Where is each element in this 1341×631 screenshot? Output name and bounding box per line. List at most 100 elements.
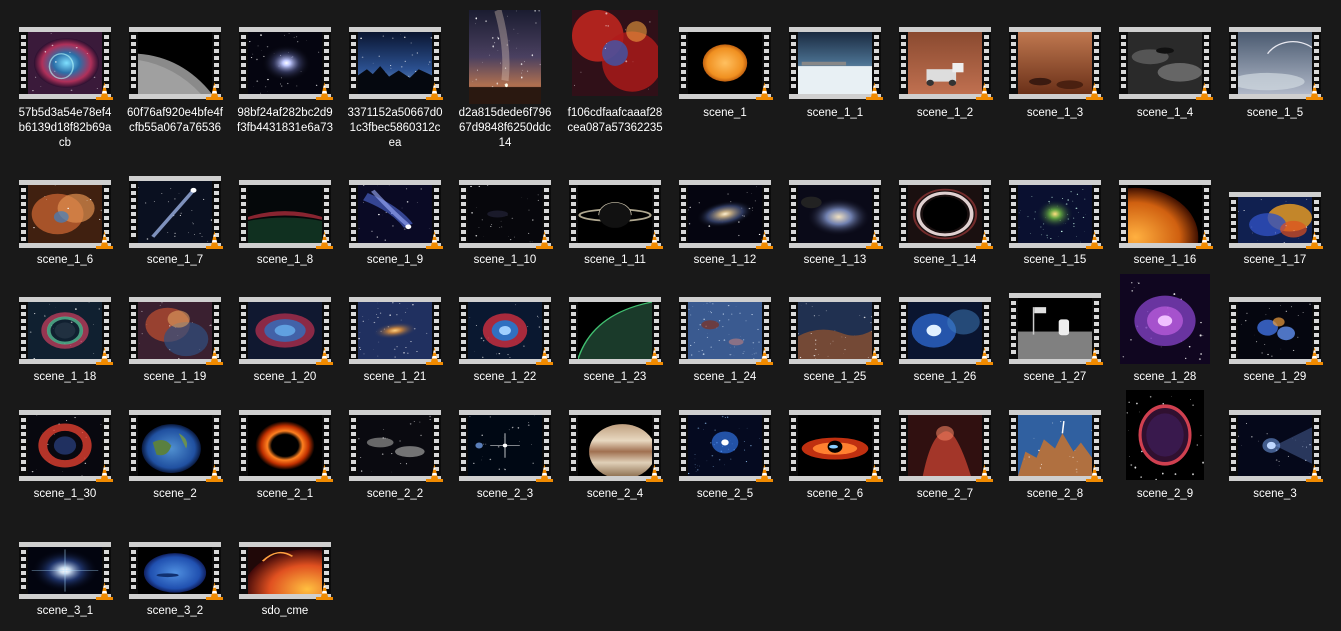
vlc-cone-icon	[206, 582, 223, 600]
file-name-label: scene_2_1	[256, 488, 314, 500]
vlc-cone-icon	[866, 464, 883, 482]
vlc-cone-icon	[206, 347, 223, 365]
file-name-label: scene_1_9	[366, 254, 424, 266]
vlc-cone-icon	[426, 464, 443, 482]
file-name-label: scene_1_3	[1026, 107, 1084, 119]
file-name-label: scene_1_20	[253, 371, 317, 383]
file-name-label: scene_2_9	[1136, 488, 1194, 500]
vlc-cone-icon	[206, 231, 223, 249]
vlc-cone-icon	[206, 82, 223, 100]
file-name-label: 3371152a50667d01c3fbec5860312cea	[347, 107, 443, 149]
file-name-label: 98bf24af282bc2d9f3fb4431831e6a73	[237, 107, 333, 134]
vlc-cone-icon	[536, 231, 553, 249]
file-name-label: scene_1_1	[806, 107, 864, 119]
image-thumbnail[interactable]	[469, 10, 541, 104]
vlc-cone-icon	[1196, 231, 1213, 249]
image-thumbnail[interactable]	[1120, 274, 1210, 364]
image-thumbnail[interactable]	[572, 10, 658, 96]
file-grid: 57b5d3a54e78ef4b6139d18f82b69acb 60f76af…	[0, 0, 1341, 631]
vlc-cone-icon	[426, 82, 443, 100]
vlc-cone-icon	[646, 231, 663, 249]
vlc-cone-icon	[976, 464, 993, 482]
file-name-label: scene_2_3	[476, 488, 534, 500]
file-name-label: scene_1_21	[363, 371, 427, 383]
vlc-cone-icon	[1196, 82, 1213, 100]
file-name-label: scene_2_8	[1026, 488, 1084, 500]
file-name-label: scene_1_17	[1243, 254, 1307, 266]
file-name-label: scene_1_15	[1023, 254, 1087, 266]
vlc-cone-icon	[976, 231, 993, 249]
file-name-label: scene_1_27	[1023, 371, 1087, 383]
file-name-label: scene_2_6	[806, 488, 864, 500]
file-name-label: scene_1_12	[693, 254, 757, 266]
file-name-label: 57b5d3a54e78ef4b6139d18f82b69acb	[18, 107, 112, 149]
file-name-label: scene_1_26	[913, 371, 977, 383]
vlc-cone-icon	[866, 82, 883, 100]
vlc-cone-icon	[756, 464, 773, 482]
file-name-label: scene_1_5	[1246, 107, 1304, 119]
image-thumbnail[interactable]	[1126, 390, 1204, 480]
vlc-cone-icon	[646, 464, 663, 482]
vlc-cone-icon	[96, 231, 113, 249]
vlc-cone-icon	[1306, 231, 1323, 249]
file-name-label: scene_1_14	[913, 254, 977, 266]
file-name-label: f106cdfaafcaaaf28cea087a57362235	[567, 107, 663, 134]
vlc-cone-icon	[316, 582, 333, 600]
file-name-label: d2a815dede6f79667d9848f6250ddc14	[458, 107, 552, 149]
vlc-cone-icon	[316, 464, 333, 482]
file-name-label: scene_2_2	[366, 488, 424, 500]
file-name-label: scene_1_4	[1136, 107, 1194, 119]
vlc-cone-icon	[96, 82, 113, 100]
file-name-label: 60f76af920e4bfe4fcfb55a067a76536	[127, 107, 223, 134]
vlc-cone-icon	[316, 347, 333, 365]
file-name-label: scene_1_30	[33, 488, 97, 500]
file-name-label: scene_2	[153, 488, 197, 500]
file-name-label: scene_1_23	[583, 371, 647, 383]
vlc-cone-icon	[866, 231, 883, 249]
vlc-cone-icon	[1086, 82, 1103, 100]
file-name-label: scene_1	[703, 107, 747, 119]
vlc-cone-icon	[206, 464, 223, 482]
vlc-cone-icon	[96, 464, 113, 482]
vlc-cone-icon	[316, 231, 333, 249]
vlc-cone-icon	[646, 347, 663, 365]
vlc-cone-icon	[1306, 82, 1323, 100]
vlc-cone-icon	[96, 347, 113, 365]
file-name-label: scene_2_7	[916, 488, 974, 500]
file-name-label: scene_1_2	[916, 107, 974, 119]
vlc-cone-icon	[536, 347, 553, 365]
vlc-cone-icon	[536, 464, 553, 482]
vlc-cone-icon	[866, 347, 883, 365]
vlc-cone-icon	[976, 347, 993, 365]
file-name-label: scene_1_28	[1133, 371, 1197, 383]
vlc-cone-icon	[1086, 347, 1103, 365]
file-name-label: scene_1_10	[473, 254, 537, 266]
file-name-label: scene_3_2	[146, 605, 204, 617]
file-name-label: scene_1_13	[803, 254, 867, 266]
vlc-cone-icon	[426, 231, 443, 249]
file-name-label: scene_1_22	[473, 371, 537, 383]
file-name-label: scene_1_8	[256, 254, 314, 266]
file-name-label: scene_2_4	[586, 488, 644, 500]
file-name-label: scene_3_1	[36, 605, 94, 617]
file-name-label: scene_1_19	[143, 371, 207, 383]
vlc-cone-icon	[756, 347, 773, 365]
file-name-label: sdo_cme	[261, 605, 309, 617]
file-name-label: scene_1_25	[803, 371, 867, 383]
vlc-cone-icon	[756, 231, 773, 249]
file-name-label: scene_1_16	[1133, 254, 1197, 266]
vlc-cone-icon	[976, 82, 993, 100]
file-name-label: scene_1_6	[36, 254, 94, 266]
file-name-label: scene_1_18	[33, 371, 97, 383]
vlc-cone-icon	[1306, 464, 1323, 482]
vlc-cone-icon	[1306, 347, 1323, 365]
vlc-cone-icon	[316, 82, 333, 100]
vlc-cone-icon	[426, 347, 443, 365]
vlc-cone-icon	[1086, 464, 1103, 482]
vlc-cone-icon	[1086, 231, 1103, 249]
vlc-cone-icon	[756, 82, 773, 100]
file-name-label: scene_1_24	[693, 371, 757, 383]
vlc-cone-icon	[96, 582, 113, 600]
file-name-label: scene_3	[1253, 488, 1297, 500]
file-name-label: scene_1_11	[584, 254, 646, 266]
